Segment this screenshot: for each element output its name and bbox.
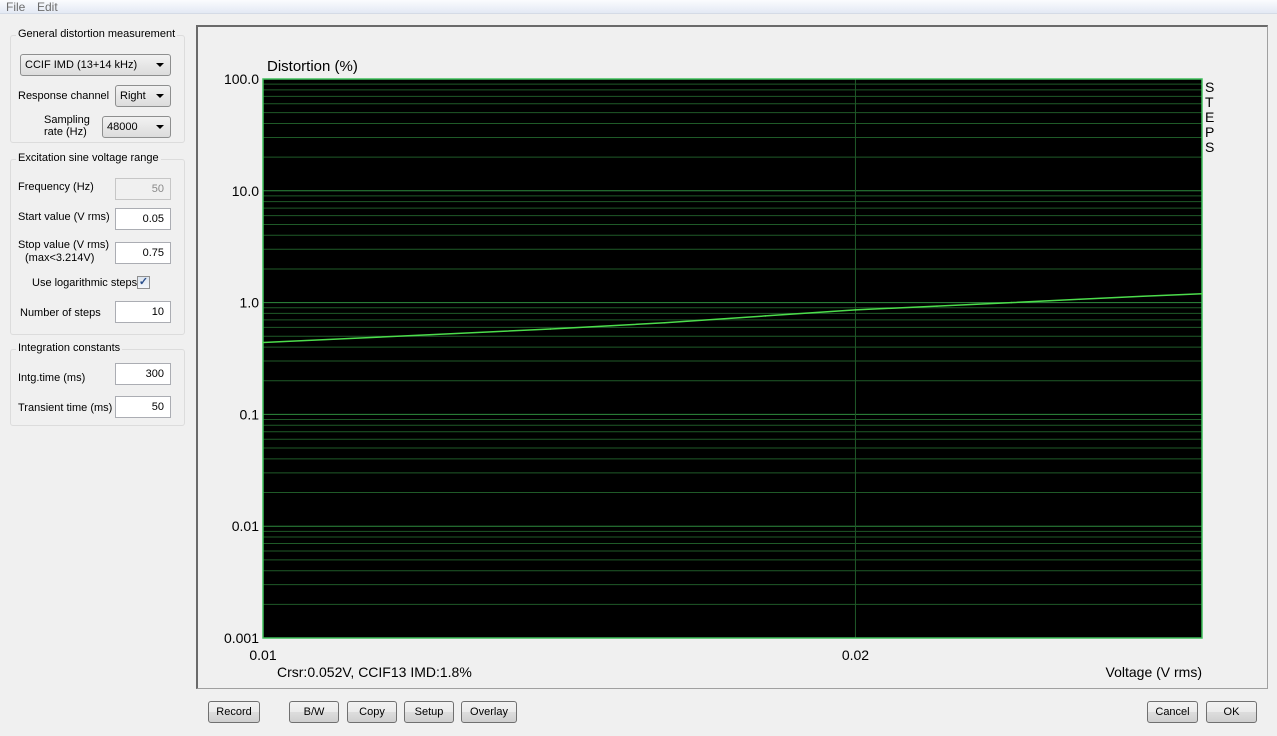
cancel-button[interactable]: Cancel xyxy=(1147,701,1198,723)
measurement-type-value: CCIF IMD (13+14 kHz) xyxy=(25,59,138,71)
plot-panel xyxy=(196,25,1268,689)
frequency-label: Frequency (Hz) xyxy=(18,181,94,193)
sampling-rate-value: 48000 xyxy=(107,121,138,133)
stop-value-label-line1: Stop value (V rms) xyxy=(18,239,110,251)
excitation-title: Excitation sine voltage range xyxy=(16,152,161,164)
sampling-rate-select[interactable]: 48000 xyxy=(102,116,171,138)
response-channel-value: Right xyxy=(120,90,146,102)
chevron-down-icon xyxy=(156,63,164,67)
menu-bar: File Edit xyxy=(0,0,1277,14)
integration-title: Integration constants xyxy=(16,342,123,354)
number-of-steps-label: Number of steps xyxy=(20,307,101,319)
transient-time-field[interactable]: 50 xyxy=(115,396,171,418)
response-channel-label: Response channel xyxy=(18,90,110,102)
stop-value-label-line2: (max<3.214V) xyxy=(25,252,95,264)
overlay-button[interactable]: Overlay xyxy=(461,701,517,723)
menu-file[interactable]: File xyxy=(6,0,25,14)
general-measurement-title: General distortion measurement xyxy=(16,28,178,40)
ok-button[interactable]: OK xyxy=(1206,701,1257,723)
bw-button[interactable]: B/W xyxy=(289,701,339,723)
frequency-field: 50 xyxy=(115,178,171,200)
start-value-field[interactable]: 0.05 xyxy=(115,208,171,230)
chevron-down-icon xyxy=(156,94,164,98)
measurement-type-select[interactable]: CCIF IMD (13+14 kHz) xyxy=(20,54,171,76)
transient-time-label: Transient time (ms) xyxy=(18,402,113,414)
intg-time-field[interactable]: 300 xyxy=(115,363,171,385)
log-steps-checkbox[interactable]: ✓ xyxy=(137,276,150,289)
stop-value-field[interactable]: 0.75 xyxy=(115,242,171,264)
setup-button[interactable]: Setup xyxy=(404,701,454,723)
sampling-rate-label-line2: rate (Hz) xyxy=(44,126,87,138)
intg-time-label: Intg.time (ms) xyxy=(18,372,86,384)
response-channel-select[interactable]: Right xyxy=(115,85,171,107)
copy-button[interactable]: Copy xyxy=(347,701,397,723)
record-button[interactable]: Record xyxy=(208,701,260,723)
log-steps-label: Use logarithmic steps xyxy=(32,277,138,289)
chevron-down-icon xyxy=(156,125,164,129)
number-of-steps-field[interactable]: 10 xyxy=(115,301,171,323)
menu-edit[interactable]: Edit xyxy=(37,0,58,14)
start-value-label: Start value (V rms) xyxy=(18,211,110,223)
